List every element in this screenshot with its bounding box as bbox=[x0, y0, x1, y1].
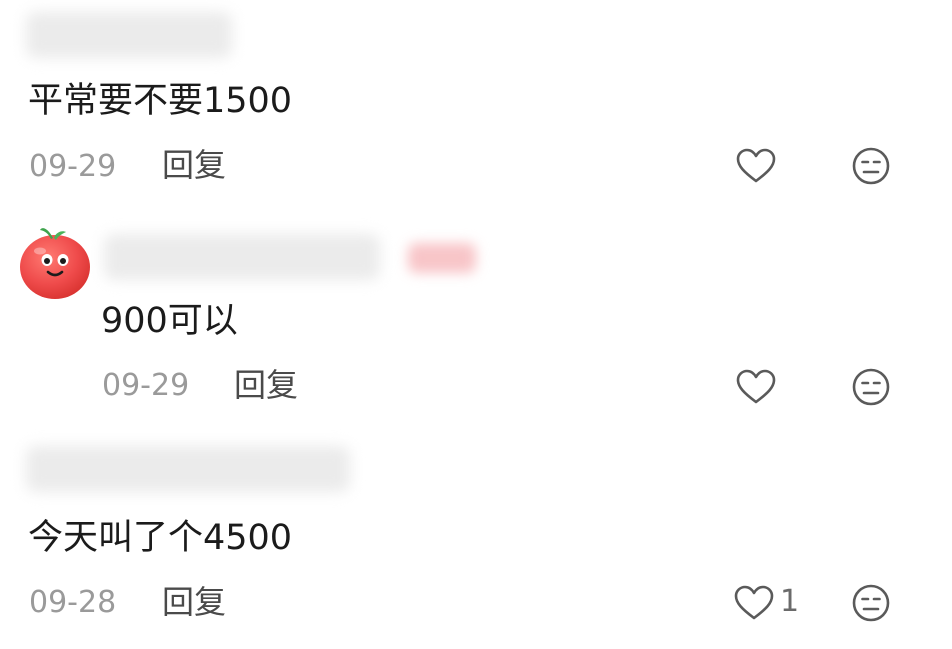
comment-date: 09-29 bbox=[102, 368, 190, 403]
like-button[interactable] bbox=[734, 144, 778, 188]
tomato-avatar-icon[interactable] bbox=[18, 222, 94, 302]
dislike-button[interactable] bbox=[849, 581, 893, 625]
comment-text: 900可以 bbox=[101, 301, 238, 341]
like-button[interactable] bbox=[734, 365, 778, 409]
comment-list: 平常要不要1500 09-29 回复 900可以 09-29 回复 今天叫了个4… bbox=[0, 0, 952, 649]
neutral-face-icon bbox=[852, 584, 890, 622]
blurred-username[interactable] bbox=[26, 12, 232, 58]
like-count: 1 bbox=[780, 584, 800, 619]
heart-outline-icon bbox=[736, 148, 776, 183]
heart-outline-icon bbox=[736, 369, 776, 404]
blurred-username[interactable] bbox=[104, 234, 380, 280]
blurred-username[interactable] bbox=[26, 446, 350, 492]
comment-text: 平常要不要1500 bbox=[28, 81, 293, 121]
blurred-author-badge bbox=[408, 243, 476, 273]
reply-button[interactable]: 回复 bbox=[162, 147, 226, 183]
heart-outline-icon bbox=[734, 585, 774, 620]
neutral-face-icon bbox=[852, 147, 890, 185]
like-button[interactable] bbox=[732, 581, 776, 625]
comment-text: 今天叫了个4500 bbox=[28, 518, 293, 558]
reply-button[interactable]: 回复 bbox=[234, 367, 298, 403]
reply-button[interactable]: 回复 bbox=[162, 584, 226, 620]
comment-date: 09-28 bbox=[29, 585, 117, 620]
comment-date: 09-29 bbox=[29, 149, 117, 184]
dislike-button[interactable] bbox=[849, 365, 893, 409]
neutral-face-icon bbox=[852, 368, 890, 406]
dislike-button[interactable] bbox=[849, 144, 893, 188]
